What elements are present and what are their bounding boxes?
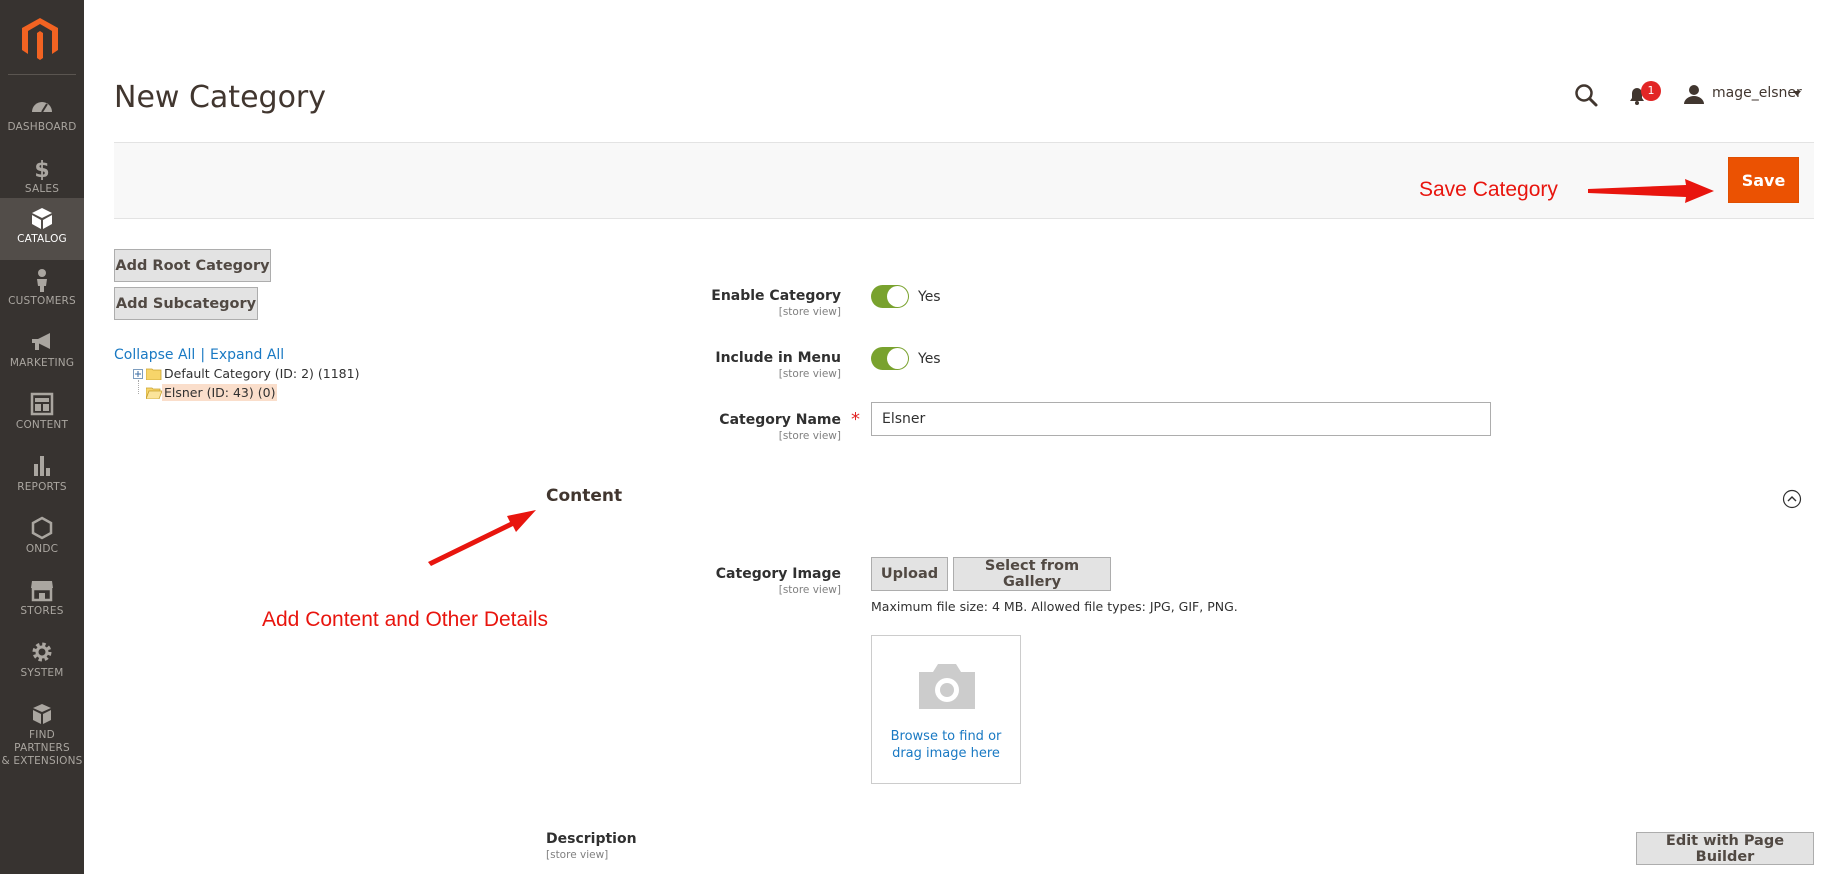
browse-line-1: Browse to find or: [890, 729, 1002, 744]
save-button[interactable]: Save: [1728, 157, 1799, 203]
nav-marketing-label: MARKETING: [9, 357, 75, 369]
browse-line-2: drag image here: [892, 746, 1000, 761]
collapse-chevron-up-icon[interactable]: [1782, 489, 1802, 509]
enable-category-toggle[interactable]: [871, 285, 909, 308]
extensions-icon: [33, 704, 51, 724]
nav-customers[interactable]: CUSTOMERS: [0, 260, 84, 322]
nav-catalog[interactable]: CATALOG: [0, 198, 84, 260]
user-icon[interactable]: [1683, 83, 1705, 105]
nav-dashboard-label: DASHBOARD: [7, 121, 77, 133]
browse-image-text[interactable]: Browse to find or drag image here: [872, 728, 1020, 762]
annotation-save: Save Category: [1419, 178, 1558, 201]
expand-all-link[interactable]: Expand All: [210, 347, 284, 363]
nav-ondc[interactable]: ONDC: [0, 508, 84, 570]
expand-plus-icon[interactable]: [133, 369, 143, 379]
hexagon-icon: [31, 516, 53, 540]
annotation-arrow-content-icon: [428, 510, 536, 566]
username[interactable]: mage_elsner: [1712, 85, 1802, 101]
nav-catalog-label: CATALOG: [17, 233, 67, 245]
nav-dashboard[interactable]: DASHBOARD: [0, 86, 84, 148]
add-subcategory-button[interactable]: Add Subcategory: [114, 287, 258, 320]
nav-stores-label: STORES: [20, 605, 64, 617]
tree-node-default-category[interactable]: Default Category (ID: 2) (1181): [164, 366, 359, 381]
folder-open-icon: [146, 387, 162, 399]
tree-controls: Collapse All | Expand All: [114, 347, 284, 363]
chevron-down-icon[interactable]: [1793, 91, 1801, 96]
nav-reports-label: REPORTS: [17, 481, 67, 493]
nav-stores[interactable]: STORES: [0, 570, 84, 632]
category-image-scope: [store view]: [778, 584, 841, 596]
edit-with-page-builder-button[interactable]: Edit with Page Builder: [1636, 832, 1814, 865]
include-in-menu-label: Include in Menu: [715, 350, 841, 366]
include-in-menu-scope: [store view]: [778, 368, 841, 380]
category-name-label: Category Name: [719, 412, 841, 428]
include-in-menu-toggle[interactable]: [871, 347, 909, 370]
file-upload-hint: Maximum file size: 4 MB. Allowed file ty…: [871, 599, 1238, 614]
dashboard-icon: [32, 102, 52, 113]
nav-ondc-label: ONDC: [25, 543, 59, 555]
enable-category-value: Yes: [918, 289, 941, 305]
search-icon[interactable]: [1573, 82, 1599, 108]
nav-content[interactable]: CONTENT: [0, 384, 84, 446]
annotation-arrow-save-icon: [1588, 179, 1714, 203]
svg-text:$: $: [34, 158, 49, 180]
add-root-category-button[interactable]: Add Root Category: [114, 249, 271, 282]
nav-customers-label: CUSTOMERS: [8, 295, 76, 307]
category-image-label: Category Image: [715, 566, 841, 582]
page-actions-bar: [114, 142, 1814, 219]
select-from-gallery-button[interactable]: Select from Gallery: [953, 557, 1111, 591]
description-label: Description: [546, 831, 637, 847]
nav-marketing[interactable]: MARKETING: [0, 322, 84, 384]
person-icon: [37, 269, 47, 292]
include-in-menu-value: Yes: [918, 351, 941, 367]
folder-icon: [146, 368, 162, 380]
nav-system-label: SYSTEM: [20, 667, 64, 679]
annotation-content: Add Content and Other Details: [262, 608, 549, 631]
megaphone-icon: [32, 333, 50, 350]
nav-find-partners[interactable]: FIND PARTNERS & EXTENSIONS: [0, 694, 84, 767]
nav-find-partners-label-1: FIND PARTNERS: [14, 729, 70, 754]
bar-chart-icon: [34, 456, 50, 476]
admin-sidebar: DASHBOARD $ SALES CATALOG CUSTOMERS MARK…: [0, 0, 84, 874]
nav-system[interactable]: SYSTEM: [0, 632, 84, 694]
tree-connector: [138, 380, 139, 394]
camera-icon: [919, 664, 975, 709]
category-name-input[interactable]: [871, 402, 1491, 436]
enable-category-scope: [store view]: [778, 306, 841, 318]
sidebar-divider: [8, 74, 76, 75]
description-scope: [store view]: [546, 849, 609, 861]
gear-icon: [32, 642, 52, 662]
notification-badge[interactable]: 1: [1641, 81, 1661, 101]
upload-button[interactable]: Upload: [871, 557, 948, 591]
store-icon: [31, 581, 53, 602]
content-section-title[interactable]: Content: [546, 486, 622, 506]
collapse-all-link[interactable]: Collapse All: [114, 347, 195, 363]
tree-node-elsner[interactable]: Elsner (ID: 43) (0): [162, 384, 278, 401]
nav-content-label: CONTENT: [15, 419, 69, 431]
image-dropzone[interactable]: Browse to find or drag image here: [871, 635, 1021, 784]
magento-logo-icon[interactable]: [20, 16, 60, 60]
nav-find-partners-label-2: & EXTENSIONS: [1, 755, 83, 767]
nav-sales-label: SALES: [24, 183, 60, 195]
required-asterisk: *: [851, 409, 860, 430]
category-name-scope: [store view]: [778, 430, 841, 442]
page-title: New Category: [114, 80, 327, 115]
dollar-icon: $: [34, 158, 49, 180]
nav-reports[interactable]: REPORTS: [0, 446, 84, 508]
enable-category-label: Enable Category: [711, 288, 841, 304]
content-icon: [30, 392, 54, 416]
tree-link-separator: |: [200, 347, 206, 363]
box-icon: [32, 208, 52, 229]
